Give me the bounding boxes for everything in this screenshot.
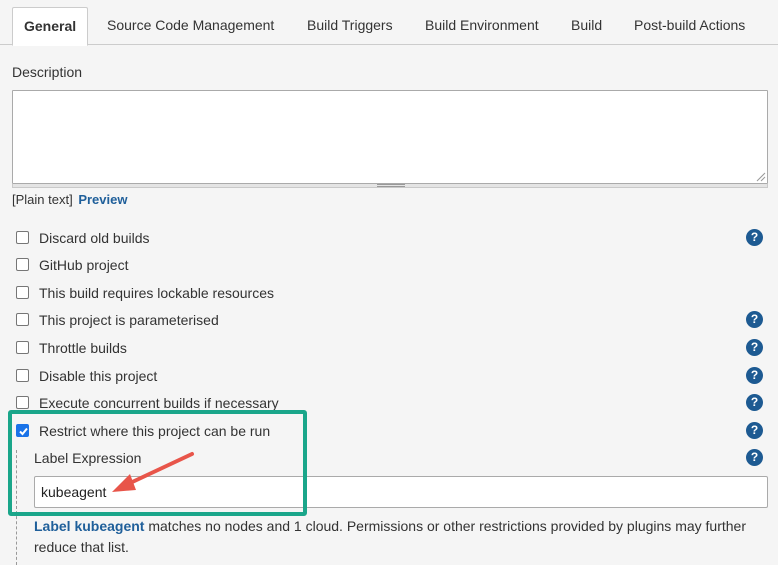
description-format: [Plain text] Preview (12, 192, 127, 207)
option-label: Disable this project (39, 368, 158, 384)
help-icon[interactable]: ? (746, 394, 763, 411)
lockable-resources-checkbox[interactable] (16, 286, 29, 299)
option-label: Execute concurrent builds if necessary (39, 395, 279, 411)
tab-source-code-management[interactable]: Source Code Management (96, 7, 285, 45)
help-icon[interactable]: ? (746, 367, 763, 384)
plain-text-label: [Plain text] (12, 192, 73, 207)
disable-project-checkbox[interactable] (16, 369, 29, 382)
discard-old-builds-checkbox[interactable] (16, 231, 29, 244)
tab-bar: General Source Code Management Build Tri… (0, 0, 778, 46)
help-icon[interactable]: ? (746, 229, 763, 246)
tab-general[interactable]: General (12, 7, 89, 46)
tab-build-environment[interactable]: Build Environment (414, 7, 550, 45)
label-kubeagent-link[interactable]: Label kubeagent (34, 518, 144, 534)
tab-build[interactable]: Build (560, 7, 613, 45)
textarea-drag-handle[interactable] (12, 184, 768, 188)
tab-build-triggers[interactable]: Build Triggers (296, 7, 404, 45)
help-icon[interactable]: ? (746, 449, 763, 466)
help-icon[interactable]: ? (746, 339, 763, 356)
option-label: This project is parameterised (39, 312, 219, 328)
description-textarea[interactable] (12, 90, 768, 184)
github-project-checkbox[interactable] (16, 258, 29, 271)
tab-post-build-actions[interactable]: Post-build Actions (623, 7, 756, 45)
throttle-builds-checkbox[interactable] (16, 341, 29, 354)
help-icon[interactable]: ? (746, 311, 763, 328)
option-label: Throttle builds (39, 340, 127, 356)
option-label: This build requires lockable resources (39, 285, 274, 301)
concurrent-builds-checkbox[interactable] (16, 396, 29, 409)
description-label: Description (12, 64, 83, 80)
help-icon[interactable]: ? (746, 422, 763, 439)
preview-link[interactable]: Preview (78, 192, 127, 207)
option-label: Discard old builds (39, 230, 150, 246)
label-expression-info: Label kubeagent matches no nodes and 1 c… (34, 516, 764, 558)
annotation-arrow-icon (112, 452, 194, 492)
drag-grip-icon (377, 184, 405, 187)
option-label: GitHub project (39, 257, 129, 273)
resize-grip-icon[interactable] (754, 170, 766, 182)
parameterised-checkbox[interactable] (16, 313, 29, 326)
